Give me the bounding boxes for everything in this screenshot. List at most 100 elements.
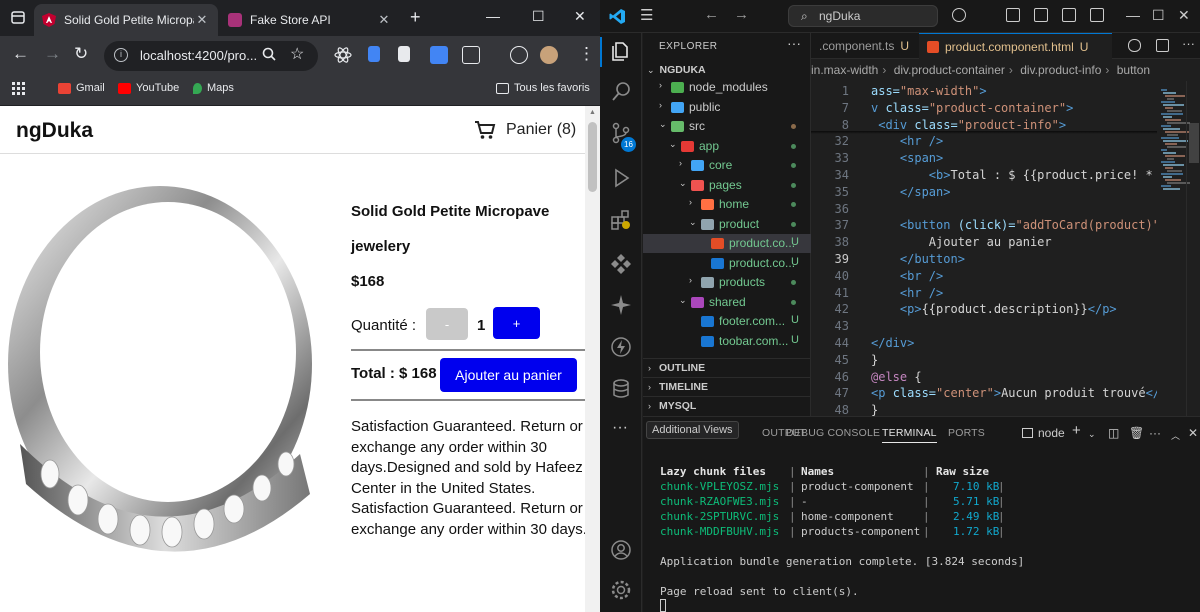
extension-circle-icon[interactable] — [510, 46, 528, 64]
compare-changes-icon[interactable] — [1128, 39, 1141, 52]
close-tab-icon[interactable]: ✕ — [376, 12, 392, 28]
terminal-profile[interactable]: node — [1022, 426, 1065, 440]
chevron-right-icon[interactable]: › — [659, 100, 662, 110]
bookmark-gmail[interactable]: Gmail — [58, 82, 105, 94]
copilot-sparkle-icon[interactable] — [609, 293, 633, 317]
maximize-panel-icon[interactable]: ︿ — [1171, 429, 1180, 442]
close-window-icon[interactable]: ✕ — [1178, 7, 1190, 24]
minimize-icon[interactable]: — — [486, 8, 500, 24]
maximize-icon[interactable]: ☐ — [1152, 7, 1165, 24]
tree-item[interactable]: › public — [643, 98, 811, 117]
settings-gear-icon[interactable] — [609, 578, 633, 602]
explorer-icon[interactable] — [609, 40, 633, 64]
extension-doc-icon[interactable] — [368, 46, 380, 62]
address-bar[interactable]: i localhost:4200/pro... — [104, 41, 318, 71]
download-extension-icon[interactable] — [430, 46, 448, 64]
search-icon[interactable] — [609, 80, 633, 104]
editor-tab-ts[interactable]: .component.ts U — [811, 33, 919, 59]
tab-debug-console[interactable]: DEBUG CONSOLE — [786, 427, 880, 439]
more-views-icon[interactable]: ··· — [612, 419, 628, 437]
back-icon[interactable]: ← — [12, 44, 29, 64]
tree-item[interactable]: ⌄ src — [643, 117, 811, 136]
brand-logo[interactable]: ngDuka — [16, 119, 93, 143]
account-icon[interactable] — [609, 538, 633, 562]
thunder-client-icon[interactable] — [609, 335, 633, 359]
chrome-menu-icon[interactable]: ⋮ — [578, 44, 595, 64]
breadcrumb-item[interactable]: button — [1117, 63, 1150, 77]
close-tab-icon[interactable]: ✕ — [194, 12, 210, 28]
cart-link[interactable]: Panier (8) — [474, 120, 576, 140]
tree-item[interactable]: › home — [643, 195, 811, 214]
tree-item[interactable]: ⌄ product — [643, 215, 811, 234]
menu-icon[interactable]: ☰ — [640, 6, 653, 24]
split-editor-icon[interactable] — [1156, 39, 1169, 52]
scrollbar-thumb[interactable] — [588, 122, 597, 192]
toggle-sidebar-icon[interactable] — [1006, 8, 1020, 22]
toggle-secondary-sidebar-icon[interactable] — [1062, 8, 1076, 22]
breadcrumb-item[interactable]: div.product-info — [1020, 63, 1101, 77]
command-center-search[interactable]: ⌕ ngDuka — [788, 5, 938, 27]
profile-avatar[interactable] — [540, 46, 558, 64]
increment-button[interactable]: + — [493, 307, 540, 339]
breadcrumb-item[interactable]: in.max-width — [811, 63, 878, 77]
breadcrumb-item[interactable]: div.product-container — [894, 63, 1005, 77]
tab-ports[interactable]: PORTS — [948, 427, 985, 439]
more-actions-icon[interactable]: ··· — [1182, 36, 1195, 51]
chevron-down-icon[interactable]: ⌄ — [679, 295, 687, 306]
more-actions-icon[interactable]: ··· — [1149, 426, 1161, 440]
tree-item[interactable]: product.co... U — [643, 254, 811, 273]
tree-item[interactable]: ⌄ shared — [643, 293, 811, 312]
close-panel-icon[interactable]: ✕ — [1188, 426, 1198, 440]
reload-icon[interactable]: ↻ — [74, 44, 88, 64]
page-scrollbar[interactable]: ▲ — [585, 106, 600, 612]
remote-explorer-icon[interactable] — [609, 251, 633, 275]
tree-item[interactable]: ⌄ pages — [643, 176, 811, 195]
chevron-down-icon[interactable]: ⌄ — [669, 139, 677, 150]
outline-section[interactable]: › OUTLINE — [643, 358, 811, 377]
scroll-up-arrow[interactable]: ▲ — [589, 109, 596, 116]
tree-item[interactable]: ⌄ app — [643, 137, 811, 156]
mysql-section[interactable]: › MYSQL — [643, 396, 811, 415]
toggle-panel-icon[interactable] — [1034, 8, 1048, 22]
tree-item[interactable]: › core — [643, 156, 811, 175]
extension-page-icon[interactable] — [398, 46, 410, 62]
close-window-icon[interactable]: ✕ — [574, 8, 586, 25]
add-to-cart-button[interactable]: Ajouter au panier — [440, 358, 577, 392]
chevron-down-icon[interactable]: ⌄ — [689, 217, 697, 228]
minimize-icon[interactable]: — — [1126, 7, 1140, 23]
tree-item[interactable]: toobar.com... U — [643, 332, 811, 351]
tree-item[interactable]: footer.com... U — [643, 312, 811, 331]
more-actions-icon[interactable]: ··· — [787, 35, 801, 51]
new-tab-button[interactable]: + — [410, 7, 421, 28]
workspace-root[interactable]: ⌄ NGDUKA — [647, 64, 706, 76]
tree-item[interactable]: › products — [643, 273, 811, 292]
react-devtools-icon[interactable] — [334, 46, 352, 64]
database-icon[interactable] — [609, 377, 633, 401]
forward-icon[interactable]: → — [44, 44, 61, 64]
chevron-down-icon[interactable]: ⌄ — [679, 178, 687, 189]
bookmark-star-icon[interactable]: ☆ — [290, 44, 304, 64]
chevron-right-icon[interactable]: › — [689, 197, 692, 207]
split-terminal-icon[interactable]: ◫ — [1108, 426, 1119, 440]
forward-icon[interactable]: → — [734, 6, 749, 23]
chevron-right-icon[interactable]: › — [689, 275, 692, 285]
kill-terminal-icon[interactable]: 🗑 — [1129, 426, 1144, 440]
back-icon[interactable]: ← — [704, 6, 719, 23]
zoom-icon[interactable] — [262, 47, 276, 64]
customize-layout-icon[interactable] — [1090, 8, 1104, 22]
tree-item[interactable]: › node_modules — [643, 78, 811, 97]
terminal-dropdown-icon[interactable]: ⌄ — [1088, 429, 1096, 440]
extensions-puzzle-icon[interactable] — [462, 46, 480, 64]
bookmark-maps[interactable]: Maps — [193, 82, 234, 94]
editor-scrollbar[interactable] — [1186, 81, 1200, 416]
apps-grid-icon[interactable] — [12, 82, 26, 96]
bookmark-youtube[interactable]: YouTube — [118, 82, 179, 94]
tree-item[interactable]: product.co... U — [643, 234, 811, 253]
run-debug-icon[interactable] — [609, 166, 633, 190]
chevron-down-icon[interactable]: ⌄ — [659, 119, 667, 130]
chevron-right-icon[interactable]: › — [659, 80, 662, 90]
new-terminal-icon[interactable]: + — [1072, 422, 1081, 439]
site-info-icon[interactable]: i — [114, 48, 128, 62]
tab-product[interactable]: Solid Gold Petite Micropave ✕ — [34, 4, 218, 36]
tab-terminal[interactable]: TERMINAL — [882, 427, 937, 443]
